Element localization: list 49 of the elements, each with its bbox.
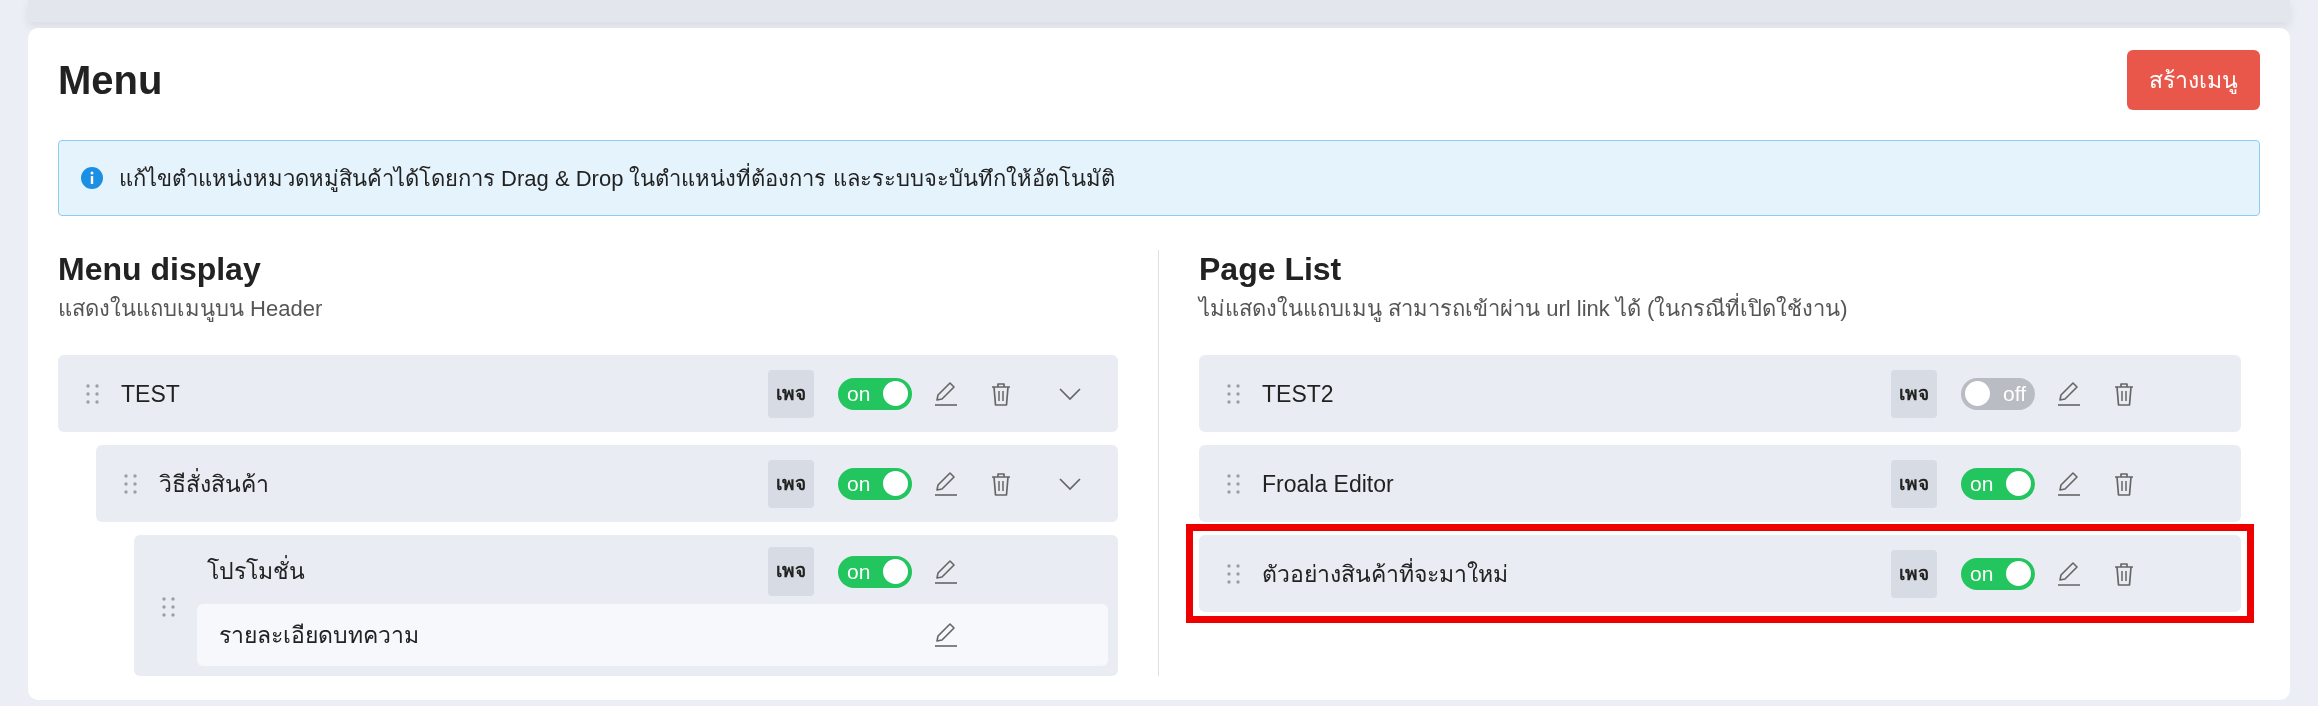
edit-icon[interactable] [2055,470,2082,498]
menu-row[interactable]: Froala Editor เพจ on [1199,445,2241,523]
edit-icon[interactable] [2055,380,2082,408]
section-subtitle: ไม่แสดงในแถบเมนู สามารถเข้าผ่าน url link ได้ (ในกรณีที่เปิดใช้งาน) [1199,292,2241,326]
edit-icon[interactable] [2055,560,2082,588]
item-label: Froala Editor [1262,469,1395,499]
menu-row[interactable]: ตัวอย่างสินค้าที่จะมาใหม่ เพจ on [1199,535,2241,613]
item-label: TEST2 [1262,379,1335,409]
drag-handle-icon[interactable] [124,473,137,494]
drag-handle-icon[interactable] [1227,563,1240,584]
item-label: TEST [121,379,181,409]
item-label: รายละเอียดบทความ [219,620,420,650]
drag-handle-icon[interactable] [1227,383,1240,404]
section-subtitle: แสดงในแถบเมนูบน Header [58,295,324,324]
toggle-label: off [2003,381,2026,408]
page-badge: เพจ [1891,549,1937,599]
toggle-label: on [1970,471,1994,498]
menu-row[interactable]: โปรโมชั่น เพจ on รายละเอียดบทความ [134,535,1118,676]
toggle-label: on [1970,561,1994,588]
edit-icon[interactable] [932,621,959,649]
page-badge: เพจ [1891,369,1937,419]
page-badge: เพจ [768,459,814,509]
page-title: Menu [58,57,163,104]
edit-icon[interactable] [932,470,959,498]
detail-row[interactable]: รายละเอียดบทความ [197,603,1108,666]
chevron-down-icon[interactable] [1058,476,1082,491]
drag-handle-icon[interactable] [162,596,175,617]
page-badge: เพจ [768,369,814,419]
section-heading: Page List [1199,250,1343,289]
item-label: ตัวอย่างสินค้าที่จะมาใหม่ [1262,557,1509,589]
menu-row[interactable]: TEST2 เพจ off [1199,355,2241,433]
create-menu-button[interactable]: สร้างเมนู [2127,50,2260,110]
toggle-label: on [847,381,871,408]
page-badge: เพจ [1891,459,1937,509]
drag-handle-icon[interactable] [86,383,99,404]
drag-handle-icon[interactable] [1227,473,1240,494]
menu-row[interactable]: วิธีสั่งสินค้า เพจ on [96,445,1118,523]
info-text: แก้ไขตำแหน่งหมวดหมู่สินค้าได้โดยการ Drag & Drop ในตำแหน่งที่ต้องการ และระบบจะบันทึกให้อัตโนมัติ [119,162,1115,194]
toggle-label: on [847,558,871,585]
chevron-down-icon[interactable] [1058,386,1082,401]
section-heading: Menu display [58,250,262,289]
info-icon [81,167,103,189]
menu-row[interactable]: TEST เพจ on [58,355,1118,433]
edit-icon[interactable] [932,558,959,586]
item-label: โปรโมชั่น [207,554,768,589]
edit-icon[interactable] [932,380,959,408]
page-badge: เพจ [768,547,814,596]
item-label: วิธีสั่งสินค้า [159,467,270,499]
toggle-label: on [847,471,871,498]
